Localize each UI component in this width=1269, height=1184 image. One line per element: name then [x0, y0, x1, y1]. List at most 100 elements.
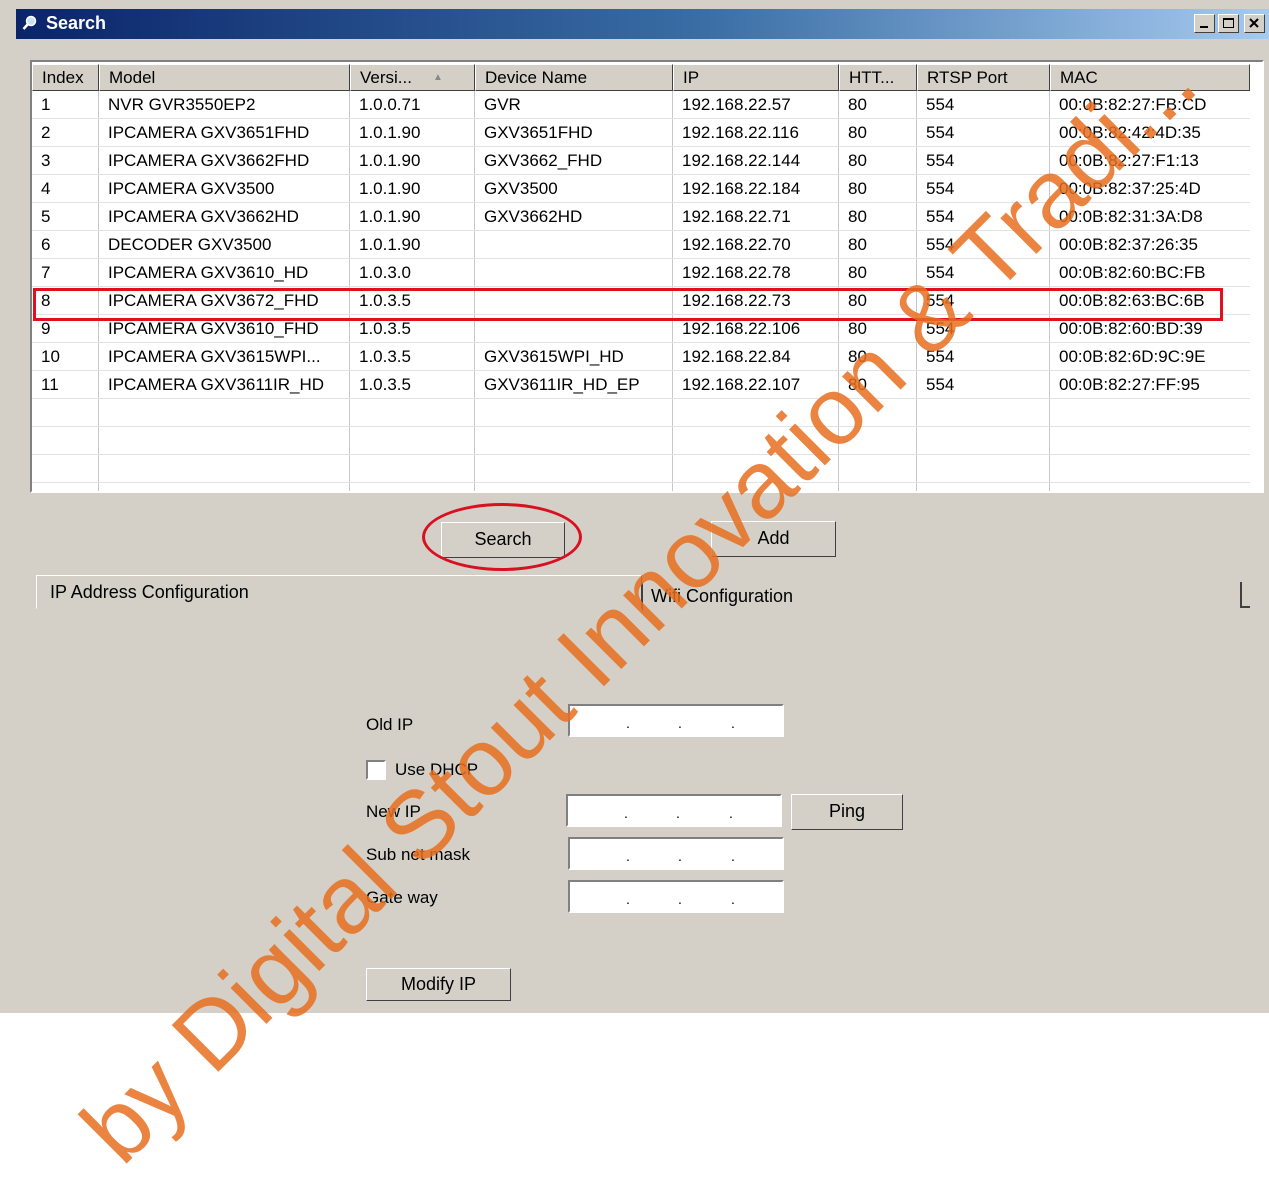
table-cell: 4: [41, 179, 51, 198]
minimize-icon: [1200, 26, 1208, 28]
column-header-versi[interactable]: Versi... ▲: [350, 64, 475, 91]
table-cell: 6: [41, 235, 51, 254]
table-row[interactable]: 7 IPCAMERA GXV3610_HD 1.0.3.0 192.168.22.78…: [32, 259, 1250, 287]
column-header-htt[interactable]: HTT...: [839, 64, 917, 91]
old-ip-label: Old IP: [366, 715, 414, 734]
table-cell: 80: [848, 375, 867, 394]
table-cell: GXV3662HD: [484, 207, 583, 226]
column-header-model[interactable]: Model: [99, 64, 350, 91]
table-cell: 80: [848, 347, 867, 366]
use-dhcp-checkbox[interactable]: [366, 760, 386, 780]
table-cell: IPCAMERA GXV3662HD: [108, 207, 299, 226]
table-cell: 554: [926, 179, 955, 198]
table-cell: 1: [41, 95, 51, 114]
ping-button[interactable]: Ping: [791, 794, 903, 830]
table-cell: 2: [41, 123, 51, 142]
table-cell: 80: [848, 123, 867, 142]
table-cell: 554: [926, 151, 955, 170]
modify-ip-button[interactable]: Modify IP: [366, 968, 511, 1001]
table-cell: 554: [926, 123, 955, 142]
old-ip-field[interactable]: ...: [568, 704, 784, 737]
tab-strip-corner: [1240, 582, 1250, 608]
table-cell: IPCAMERA GXV3611IR_HD: [108, 375, 325, 394]
table-cell: 80: [848, 95, 867, 114]
table-cell: 192.168.22.107: [682, 375, 801, 394]
column-header-index[interactable]: Index: [32, 64, 99, 91]
table-cell: 00:0B:82:37:25:4D: [1059, 179, 1201, 198]
table-cell: DECODER GXV3500: [108, 235, 272, 254]
table-cell: 554: [926, 207, 955, 226]
maximize-icon: [1223, 18, 1234, 28]
table-cell: 3: [41, 151, 51, 170]
table-cell: GXV3651FHD: [484, 123, 593, 142]
table-cell: 00:0B:82:27:FF:95: [1059, 375, 1200, 394]
subnet-mask-field[interactable]: ...: [568, 837, 784, 870]
sort-ascending-icon: ▲: [433, 72, 443, 83]
gateway-label: Gate way: [366, 888, 438, 907]
device-list[interactable]: Index Model Versi... ▲ Device Name IP HTT... RT…: [30, 60, 1264, 493]
table-cell: 00:0B:82:60:BC:FB: [1059, 263, 1206, 282]
table-cell: 00:0B:82:6D:9C:9E: [1059, 347, 1206, 366]
table-cell: 5: [41, 207, 51, 226]
table-row[interactable]: 2 IPCAMERA GXV3651FHD 1.0.1.90 GXV3651FHD 19…: [32, 119, 1250, 147]
table-cell: 554: [926, 263, 955, 282]
table-cell: 1.0.3.0: [359, 263, 411, 282]
table-cell: 192.168.22.70: [682, 235, 791, 254]
table-cell: 00:0B:82:27:FB:CD: [1059, 95, 1207, 114]
table-cell: 00:0B:82:42:4D:35: [1059, 123, 1201, 142]
table-row[interactable]: 5 IPCAMERA GXV3662HD 1.0.1.90 GXV3662HD 192.…: [32, 203, 1250, 231]
table-cell: 11: [41, 375, 59, 394]
minimize-button[interactable]: [1194, 14, 1215, 33]
table-cell: 554: [926, 375, 955, 394]
table-cell: IPCAMERA GXV3651FHD: [108, 123, 310, 142]
table-row[interactable]: 11 IPCAMERA GXV3611IR_HD 1.0.3.5 GXV3611IR_…: [32, 371, 1250, 399]
table-cell: [475, 231, 673, 259]
column-header-rtsp-port[interactable]: RTSP Port: [917, 64, 1050, 91]
close-button[interactable]: [1244, 14, 1265, 33]
table-cell: 554: [926, 95, 955, 114]
table-cell: IPCAMERA GXV3615WPI...: [108, 347, 321, 366]
table-cell: 80: [848, 235, 867, 254]
search-window: Search Index Model Versi... ▲ Device Name IP H…: [0, 0, 1269, 1013]
use-dhcp-label: Use DHCP: [395, 760, 479, 779]
table-cell: 192.168.22.144: [682, 151, 801, 170]
tab-wifi-configuration[interactable]: Wifi Configuration: [642, 583, 1248, 611]
table-cell: 1.0.0.71: [359, 95, 421, 114]
table-row[interactable]: 10 IPCAMERA GXV3615WPI... 1.0.3.5 GXV3615WP…: [32, 343, 1250, 371]
table-cell: 192.168.22.71: [682, 207, 791, 226]
table-cell: 192.168.22.84: [682, 347, 791, 366]
title-bar[interactable]: Search: [16, 9, 1269, 39]
add-button[interactable]: Add: [711, 521, 836, 557]
table-cell: 10: [41, 347, 60, 366]
table-cell: 1.0.1.90: [359, 123, 421, 142]
table-cell: 192.168.22.116: [682, 123, 799, 142]
maximize-button[interactable]: [1218, 14, 1239, 33]
table-cell: GVR: [484, 95, 521, 114]
table-row[interactable]: 6 DECODER GXV3500 1.0.1.90 192.168.22.70 80 5…: [32, 231, 1250, 259]
table-cell: 80: [848, 207, 867, 226]
table-cell: 00:0B:82:37:26:35: [1059, 235, 1198, 254]
highlighted-row-frame: [33, 288, 1223, 321]
table-row[interactable]: 4 IPCAMERA GXV3500 1.0.1.90 GXV3500 192.168.…: [32, 175, 1250, 203]
grid-horizontal-line: [32, 426, 1250, 427]
table-cell: 192.168.22.78: [682, 263, 791, 282]
device-table: Index Model Versi... ▲ Device Name IP HTT... RT…: [32, 62, 1262, 491]
new-ip-field[interactable]: ...: [566, 794, 782, 827]
grid-horizontal-line: [32, 454, 1250, 455]
table-row[interactable]: 1 NVR GVR3550EP2 1.0.0.71 GVR 192.168.22.57 8…: [32, 91, 1250, 119]
table-cell: GXV3662_FHD: [484, 151, 603, 170]
table-cell: [475, 259, 673, 287]
table-cell: IPCAMERA GXV3610_HD: [108, 263, 309, 282]
tab-ip-address-configuration[interactable]: IP Address Configuration: [36, 575, 642, 609]
column-header-device-name[interactable]: Device Name: [475, 64, 673, 91]
column-header-mac[interactable]: MAC: [1050, 64, 1250, 91]
gateway-field[interactable]: ...: [568, 880, 784, 913]
new-ip-label: New IP: [366, 802, 421, 821]
table-row[interactable]: 3 IPCAMERA GXV3662FHD 1.0.1.90 GXV3662_FHD 1…: [32, 147, 1250, 175]
table-cell: 192.168.22.57: [682, 95, 791, 114]
window-title: Search: [46, 13, 107, 33]
table-cell: 1.0.1.90: [359, 235, 421, 254]
column-header-ip[interactable]: IP: [673, 64, 839, 91]
table-cell: GXV3611IR_HD_EP: [484, 375, 640, 394]
table-cell: 7: [41, 263, 51, 282]
